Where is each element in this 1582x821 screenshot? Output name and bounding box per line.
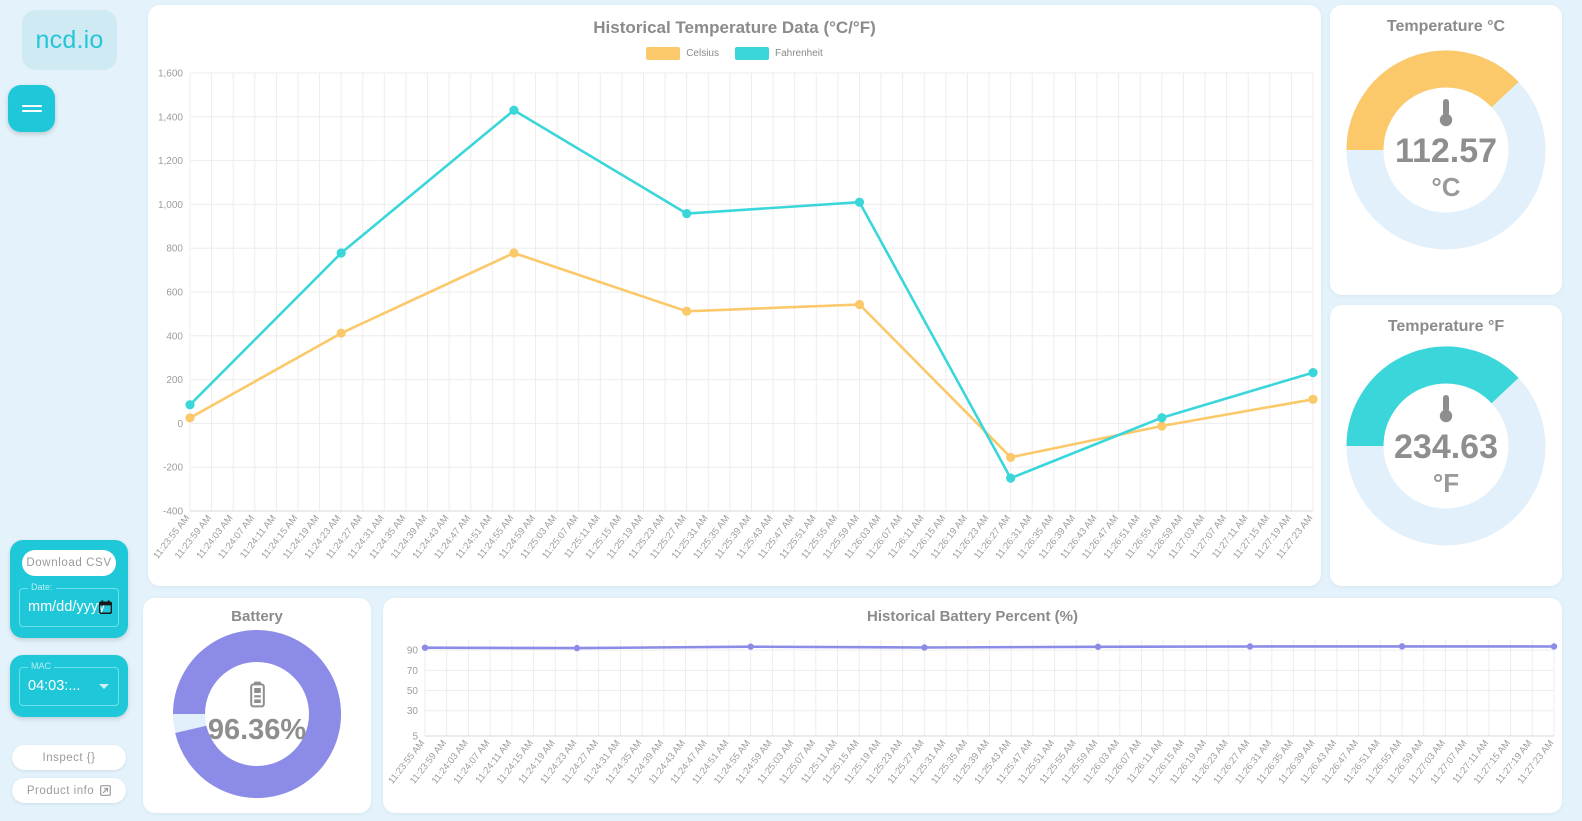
product-info-button[interactable]: Product info — [12, 778, 126, 803]
temperature-fahrenheit-gauge-panel: Temperature °F 234.63 °F — [1330, 305, 1562, 586]
legend-item-fahrenheit[interactable]: Fahrenheit — [734, 47, 823, 60]
hamburger-menu-button[interactable] — [8, 85, 55, 132]
temperature-chart-panel: Historical Temperature Data (°C/°F) Cels… — [148, 5, 1321, 586]
legend-swatch-celsius — [646, 47, 681, 60]
product-info-label: Product info — [26, 784, 95, 797]
chevron-down-icon[interactable] — [99, 684, 109, 689]
temperature-chart-title: Historical Temperature Data (°C/°F) — [593, 18, 876, 37]
svg-text:0: 0 — [177, 419, 183, 430]
sidebar: ncd.io Download CSV Date: mm/dd/yyyy MAC… — [0, 0, 143, 821]
mac-selected-value: 04:03:... — [28, 678, 81, 694]
thermometer-icon — [1439, 99, 1453, 127]
svg-text:800: 800 — [166, 244, 183, 255]
legend-label-celsius: Celsius — [686, 48, 719, 59]
svg-text:30: 30 — [407, 706, 419, 717]
legend-item-celsius[interactable]: Celsius — [646, 47, 719, 60]
brand-logo-text: ncd.io — [35, 25, 104, 54]
temperature-fahrenheit-unit: °F — [1432, 468, 1460, 498]
battery-gauge-title: Battery — [231, 608, 283, 625]
legend-swatch-fahrenheit — [734, 47, 769, 60]
inspect-button-label: Inspect {} — [42, 751, 96, 764]
temperature-fahrenheit-gauge[interactable]: 234.63 °F — [1330, 346, 1562, 546]
download-controls-card: Download CSV Date: mm/dd/yyyy — [10, 540, 128, 638]
battery-gauge-center: 96.36% — [143, 629, 371, 799]
date-field-label: Date: — [28, 582, 56, 592]
battery-chart-panel: Historical Battery Percent (%) 90 70 50 30 5… — [383, 598, 1562, 813]
svg-text:1,400: 1,400 — [158, 112, 183, 123]
temperature-celsius-gauge-title: Temperature °C — [1386, 18, 1506, 35]
main-content: Historical Temperature Data (°C/°F) Cels… — [143, 0, 1582, 821]
battery-chart-title: Historical Battery Percent (%) — [867, 608, 1078, 625]
inspect-button[interactable]: Inspect {} — [12, 745, 126, 770]
mac-select[interactable]: MAC 04:03:... — [19, 661, 119, 706]
temperature-chart-legend: Celsius Fahrenheit — [148, 47, 1321, 60]
battery-value: 96.36% — [207, 714, 307, 746]
battery-gauge[interactable]: 96.36% — [143, 629, 371, 799]
temperature-celsius-unit: °C — [1431, 172, 1461, 202]
battery-icon — [249, 681, 265, 708]
mac-controls-card: MAC 04:03:... — [10, 655, 128, 717]
svg-text:1,000: 1,000 — [158, 200, 183, 211]
svg-text:400: 400 — [166, 331, 183, 342]
external-link-icon — [100, 785, 112, 796]
temperature-celsius-gauge-center: 112.57 °C — [1330, 50, 1562, 250]
temperature-celsius-value: 112.57 — [1394, 132, 1498, 170]
temperature-chart-plot[interactable]: 1,6001,4001,2001,0008006004002000-200-40… — [148, 63, 1321, 583]
date-input[interactable]: mm/dd/yyyy — [28, 599, 105, 615]
thermometer-icon — [1439, 395, 1453, 423]
svg-text:-200: -200 — [163, 463, 183, 474]
svg-text:70: 70 — [407, 666, 419, 677]
temperature-celsius-gauge-panel: Temperature °C 112.57 °C — [1330, 5, 1562, 295]
svg-text:200: 200 — [166, 375, 183, 386]
calendar-icon[interactable] — [99, 600, 112, 614]
battery-gauge-panel: Battery 96.36% — [143, 598, 371, 813]
hamburger-icon — [21, 102, 42, 116]
brand-logo[interactable]: ncd.io — [22, 10, 117, 70]
svg-text:1,200: 1,200 — [158, 156, 183, 167]
date-field[interactable]: Date: mm/dd/yyyy — [19, 582, 119, 627]
temperature-fahrenheit-value: 234.63 — [1394, 428, 1498, 466]
temperature-fahrenheit-gauge-center: 234.63 °F — [1330, 346, 1562, 546]
temperature-celsius-gauge[interactable]: 112.57 °C — [1330, 50, 1562, 250]
legend-label-fahrenheit: Fahrenheit — [774, 48, 823, 59]
mac-field-label: MAC — [28, 661, 54, 671]
download-csv-button[interactable]: Download CSV — [22, 550, 116, 576]
battery-chart-plot[interactable]: 90705030511:23:55 AM11:23:59 AM11:24:03 … — [383, 630, 1562, 810]
dashboard-root: ncd.io Download CSV Date: mm/dd/yyyy MAC… — [0, 0, 1582, 821]
svg-text:600: 600 — [166, 288, 183, 299]
svg-text:90: 90 — [407, 646, 419, 657]
temperature-fahrenheit-gauge-title: Temperature °F — [1387, 318, 1505, 335]
svg-text:1,600: 1,600 — [158, 69, 183, 80]
svg-text:50: 50 — [407, 686, 419, 697]
